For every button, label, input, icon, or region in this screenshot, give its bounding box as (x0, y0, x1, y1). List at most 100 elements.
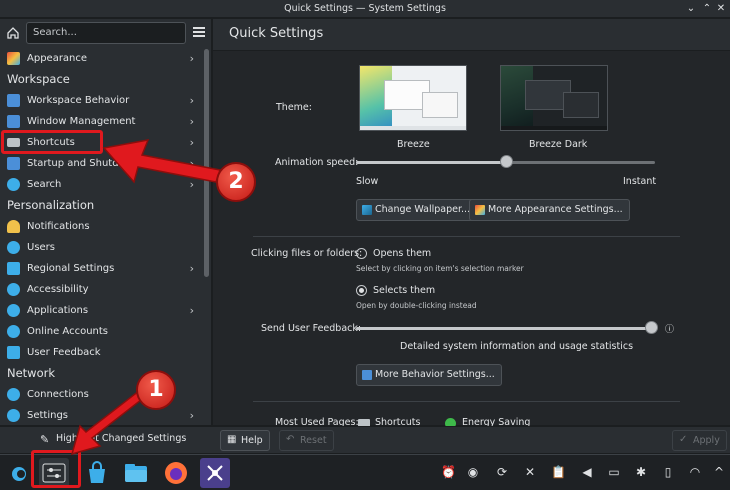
sidebar: Search... Appearance › Workspace Workspa… (0, 19, 212, 425)
sidebar-item-label: Workspace Behavior (27, 95, 130, 106)
reset-label: Reset (300, 435, 327, 446)
chevron-right-icon: › (189, 115, 194, 128)
theme-name-breeze-dark: Breeze Dark (529, 139, 588, 150)
application-launcher-icon[interactable] (6, 458, 32, 488)
opens-them-radio[interactable] (356, 248, 367, 259)
chevron-right-icon: › (189, 94, 194, 107)
section-workspace: Workspace (7, 72, 70, 86)
theme-name-breeze: Breeze (397, 139, 430, 150)
selects-them-radio[interactable] (356, 285, 367, 296)
users-icon (7, 241, 20, 254)
sidebar-item-window-management[interactable]: Window Management › (0, 111, 202, 132)
title-bar: Quick Settings — System Settings ⌄ ⌃ ✕ (0, 0, 730, 18)
sidebar-item-notifications[interactable]: Notifications (0, 216, 202, 237)
divider (253, 236, 680, 237)
clipboard-icon[interactable]: 📋 (551, 465, 566, 479)
chevron-up-icon[interactable]: ^ (712, 465, 726, 479)
sidebar-item-users[interactable]: Users (0, 237, 202, 258)
feedback-fill (356, 327, 651, 330)
file-manager-icon[interactable] (121, 458, 151, 488)
behavior-icon (362, 370, 372, 380)
pen-icon: ✎ (40, 433, 50, 446)
reset-button[interactable]: ↶ Reset (279, 430, 334, 451)
feedback-handle[interactable] (645, 321, 658, 334)
reset-icon: ↶ (286, 434, 295, 445)
online-accounts-icon (7, 325, 20, 338)
discover-store-icon[interactable] (82, 458, 112, 488)
send-feedback-label: Send User Feedback: (261, 323, 362, 334)
annotation-highlight-settings-app (31, 450, 81, 488)
sidebar-item-label: Applications (27, 305, 89, 316)
opens-them-hint: Select by clicking on item's selection m… (356, 264, 524, 273)
network-app-icon[interactable] (200, 458, 230, 488)
flag-icon (7, 262, 20, 275)
steam-icon[interactable]: ◉ (466, 465, 480, 479)
more-behavior-label: More Behavior Settings... (375, 369, 495, 380)
sidebar-item-online-accounts[interactable]: Online Accounts (0, 321, 202, 342)
more-behavior-button[interactable]: More Behavior Settings... (356, 364, 502, 386)
sidebar-item-regional-settings[interactable]: Regional Settings › (0, 258, 202, 279)
sidebar-item-appearance[interactable]: Appearance › (0, 48, 202, 69)
window-management-icon (7, 115, 20, 128)
sidebar-item-label: Users (27, 242, 56, 253)
apply-button[interactable]: ✓ Apply (672, 430, 727, 451)
bluetooth-icon[interactable]: ✱ (634, 465, 648, 479)
alarm-icon[interactable]: ⏰ (441, 465, 456, 479)
animation-speed-handle[interactable] (500, 155, 513, 168)
panel-preview (360, 126, 466, 130)
sidebar-item-label: Regional Settings (27, 263, 115, 274)
theme-thumbnail-breeze-dark[interactable] (500, 65, 608, 131)
applications-icon (7, 304, 20, 317)
startup-icon (7, 157, 20, 170)
kde-connect-icon[interactable]: ✕ (523, 465, 537, 479)
sidebar-item-label: Window Management (27, 116, 136, 127)
change-wallpaper-button[interactable]: Change Wallpaper... (356, 199, 478, 221)
change-wallpaper-label: Change Wallpaper... (375, 204, 471, 215)
search-input[interactable]: Search... (26, 22, 186, 44)
close-button[interactable]: ✕ (714, 2, 728, 16)
hamburger-menu-icon[interactable] (193, 27, 205, 38)
device-icon[interactable]: ▯ (661, 465, 675, 479)
annotation-highlight-shortcuts (1, 130, 103, 154)
sidebar-item-label: Appearance (27, 53, 88, 64)
divider (253, 401, 680, 402)
volume-icon[interactable]: ◀ (580, 465, 594, 479)
sidebar-item-user-feedback[interactable]: User Feedback (0, 342, 202, 363)
sidebar-scrollbar[interactable] (204, 49, 209, 277)
user-feedback-icon (7, 346, 20, 359)
sidebar-item-label: Settings (27, 410, 69, 421)
sidebar-item-label: Online Accounts (27, 326, 109, 337)
sidebar-item-network-settings[interactable]: Settings › (0, 405, 202, 425)
battery-icon[interactable]: ▭ (607, 465, 621, 479)
highlight-changed-button[interactable]: ✎ Highlight Changed Settings (40, 433, 186, 446)
sidebar-item-label: Search (27, 179, 62, 190)
wifi-icon[interactable]: ◠ (688, 465, 702, 479)
update-icon[interactable]: ⟳ (495, 465, 509, 479)
minimize-button[interactable]: ⌄ (684, 2, 698, 16)
help-button[interactable]: ▦ Help (220, 430, 270, 451)
sidebar-item-label: User Feedback (27, 347, 101, 358)
maximize-button[interactable]: ⌃ (700, 2, 714, 16)
sidebar-item-applications[interactable]: Applications › (0, 300, 202, 321)
more-appearance-button[interactable]: More Appearance Settings... (469, 199, 630, 221)
sidebar-item-accessibility[interactable]: Accessibility (0, 279, 202, 300)
chevron-right-icon: › (189, 304, 194, 317)
info-icon[interactable]: ⓘ (665, 322, 674, 335)
selects-them-label[interactable]: Selects them (373, 285, 435, 296)
firefox-icon[interactable] (161, 458, 191, 488)
chevron-right-icon: › (189, 52, 194, 65)
sidebar-item-label: Startup and Shutdown (27, 158, 140, 169)
taskbar: ⏰ ◉ ⟳ ✕ 📋 ◀ ▭ ✱ ▯ ◠ ^ (0, 454, 730, 490)
connections-icon (7, 388, 20, 401)
sidebar-search-row: Search... (0, 19, 211, 47)
main-panel: Quick Settings Theme: Breeze Breeze Dark… (213, 19, 730, 429)
search-icon (7, 178, 20, 191)
sidebar-item-search[interactable]: Search › (0, 174, 202, 195)
home-icon[interactable] (6, 26, 20, 40)
animation-slow-label: Slow (356, 176, 379, 187)
opens-them-label[interactable]: Opens them (373, 248, 431, 259)
sidebar-item-workspace-behavior[interactable]: Workspace Behavior › (0, 90, 202, 111)
check-icon: ✓ (679, 434, 688, 445)
theme-thumbnail-breeze[interactable] (359, 65, 467, 131)
sidebar-item-startup-shutdown[interactable]: Startup and Shutdown › (0, 153, 202, 174)
